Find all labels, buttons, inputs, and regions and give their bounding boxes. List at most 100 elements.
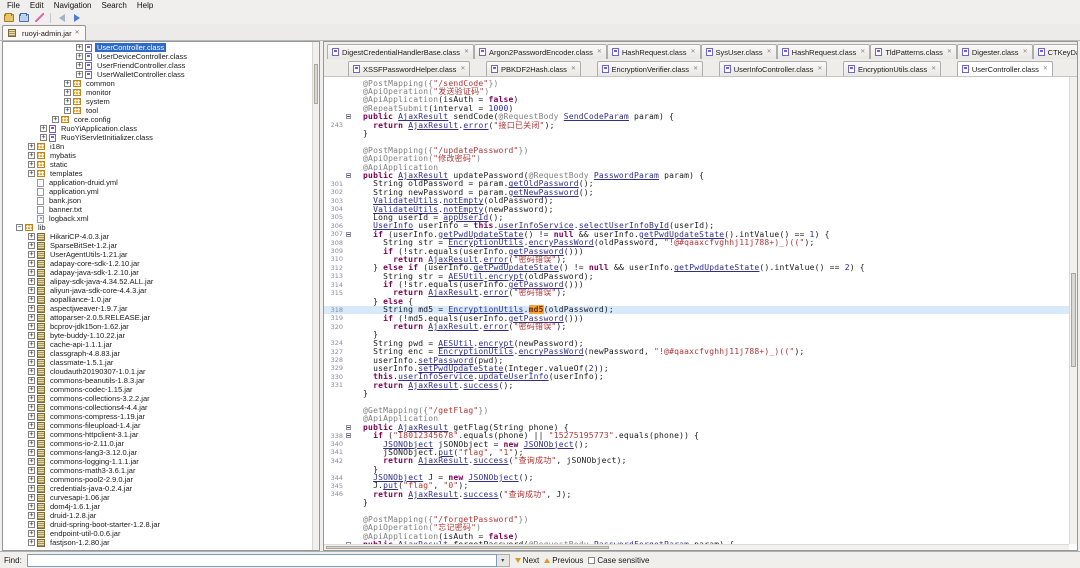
tree-item[interactable]: bank.json (3, 196, 319, 205)
expand-icon[interactable]: + (28, 485, 35, 492)
expand-icon[interactable]: + (28, 350, 35, 357)
tree-item[interactable]: + alipay-sdk-java-4.34.52.ALL.jar (3, 277, 319, 286)
close-icon[interactable]: ✕ (931, 66, 936, 72)
collapse-icon[interactable] (345, 172, 351, 178)
expand-icon[interactable]: + (28, 395, 35, 402)
tree-item[interactable]: + UserDeviceController.class (3, 52, 319, 61)
close-icon[interactable]: ✕ (460, 66, 465, 72)
close-icon[interactable]: ✕ (1023, 49, 1028, 55)
expand-icon[interactable]: + (28, 161, 35, 168)
tree-item[interactable]: + commons-fileupload-1.4.jar (3, 421, 319, 430)
open-file-button[interactable] (3, 12, 15, 23)
collapse-icon[interactable] (345, 114, 351, 120)
tree-item[interactable]: + aopalliance-1.0.jar (3, 295, 319, 304)
expand-icon[interactable]: + (64, 107, 71, 114)
expand-icon[interactable]: + (28, 404, 35, 411)
expand-icon[interactable]: + (28, 143, 35, 150)
tree-item[interactable]: + commons-collections-3.2.2.jar (3, 394, 319, 403)
tree-scrollbar[interactable] (312, 42, 319, 550)
tree-item[interactable]: + i18n (3, 142, 319, 151)
chevron-down-icon[interactable]: ▾ (496, 553, 510, 567)
menu-search[interactable]: Search (97, 1, 132, 10)
close-icon[interactable]: ✕ (767, 49, 772, 55)
forward-button[interactable] (71, 12, 83, 23)
expand-icon[interactable]: + (28, 368, 35, 375)
tree-item[interactable]: + commons-beanutils-1.8.3.jar (3, 376, 319, 385)
code-link[interactable]: error (483, 288, 508, 297)
editor-tab[interactable]: Digester.class ✕ (956, 44, 1033, 59)
expand-icon[interactable]: + (28, 278, 35, 285)
code-horizontal-scrollbar-thumb[interactable] (326, 546, 610, 549)
editor-tab[interactable]: SysUser.class ✕ (700, 44, 777, 59)
menu-edit[interactable]: Edit (25, 1, 49, 10)
code-link[interactable]: error (463, 121, 488, 130)
expand-icon[interactable]: + (28, 260, 35, 267)
expand-icon[interactable]: + (28, 296, 35, 303)
tree-item[interactable]: + commons-compress-1.19.jar (3, 412, 319, 421)
expand-icon[interactable]: + (28, 377, 35, 384)
expand-icon[interactable]: + (76, 53, 83, 60)
tree-item[interactable]: + monitor (3, 88, 319, 97)
code-link[interactable]: AjaxResult (408, 121, 458, 130)
tree-item[interactable]: + commons-logging-1.1.1.jar (3, 457, 319, 466)
expand-icon[interactable]: + (64, 89, 71, 96)
expand-icon[interactable]: + (28, 341, 35, 348)
close-icon[interactable]: ✕ (75, 30, 80, 36)
expand-icon[interactable]: + (28, 413, 35, 420)
tree-item[interactable]: + druid-spring-boot-starter-1.2.8.jar (3, 520, 319, 529)
tree-item[interactable]: + commons-io-2.11.0.jar (3, 439, 319, 448)
code-horizontal-scrollbar[interactable] (324, 544, 1069, 550)
tree-item[interactable]: + classmate-1.5.1.jar (3, 358, 319, 367)
tree-item[interactable]: + SparseBitSet-1.2.jar (3, 241, 319, 250)
tree-item[interactable]: + cloudauth20190307-1.0.1.jar (3, 367, 319, 376)
code-link[interactable]: success (463, 381, 498, 390)
expand-icon[interactable]: + (28, 503, 35, 510)
editor-tab[interactable]: XSSFPasswordHelper.class ✕ (348, 61, 471, 76)
tree-item[interactable]: + classgraph-4.8.83.jar (3, 349, 319, 358)
expand-icon[interactable]: + (64, 98, 71, 105)
expand-icon[interactable]: + (28, 476, 35, 483)
editor-tab[interactable]: PBKDF2Hash.class ✕ (486, 61, 581, 76)
tree-item[interactable]: + UserAgentUtils-1.21.jar (3, 250, 319, 259)
code-link[interactable]: AjaxResult (418, 456, 468, 465)
editor-tab[interactable]: EncryptionUtils.class ✕ (842, 61, 942, 76)
expand-icon[interactable]: + (28, 323, 35, 330)
tree-item[interactable]: + druid-1.2.8.jar (3, 511, 319, 520)
tree-item[interactable]: + tool (3, 106, 319, 115)
code-link[interactable]: success (463, 490, 498, 499)
expand-icon[interactable]: + (28, 305, 35, 312)
tree-item[interactable]: logback.xml (3, 214, 319, 223)
close-icon[interactable]: ✕ (571, 66, 576, 72)
code-link[interactable]: JSONObject (468, 473, 518, 482)
expand-icon[interactable]: + (28, 386, 35, 393)
find-next-button[interactable]: Next (514, 556, 539, 565)
editor-tab[interactable]: DigestCredentialHandlerBase.class ✕ (327, 44, 475, 59)
expand-icon[interactable]: + (28, 512, 35, 519)
expand-icon[interactable]: + (28, 233, 35, 240)
tree-item[interactable]: + commons-pool2-2.9.0.jar (3, 475, 319, 484)
expand-icon[interactable]: + (28, 539, 35, 546)
code-link[interactable]: AjaxResult (428, 288, 478, 297)
expand-icon[interactable]: + (28, 431, 35, 438)
expand-icon[interactable]: + (64, 80, 71, 87)
tree-item[interactable]: + endpoint-util-0.0.6.jar (3, 529, 319, 538)
expand-icon[interactable]: + (28, 314, 35, 321)
tree-item[interactable]: banner.txt (3, 205, 319, 214)
case-sensitive-toggle[interactable]: Case sensitive (588, 556, 649, 565)
expand-icon[interactable]: + (28, 152, 35, 159)
tree-item[interactable]: + adapay-core-sdk-1.2.10.jar (3, 259, 319, 268)
tree-item[interactable]: + commons-codec-1.15.jar (3, 385, 319, 394)
expand-icon[interactable]: + (28, 530, 35, 537)
tree-item[interactable]: + byte-buddy-1.10.22.jar (3, 331, 319, 340)
editor-tab[interactable]: UserController.class ✕ (956, 61, 1053, 76)
code-link[interactable]: AjaxResult (408, 490, 458, 499)
expand-icon[interactable]: + (28, 467, 35, 474)
tree-item[interactable]: application.yml (3, 187, 319, 196)
code-link[interactable]: PasswordParam (594, 171, 659, 180)
expand-icon[interactable]: + (28, 170, 35, 177)
expand-icon[interactable]: + (28, 359, 35, 366)
code-link[interactable]: JSONObject (524, 440, 574, 449)
tree-item[interactable]: + dom4j-1.6.1.jar (3, 502, 319, 511)
collapse-icon[interactable] (345, 424, 351, 430)
find-input[interactable] (26, 553, 497, 567)
